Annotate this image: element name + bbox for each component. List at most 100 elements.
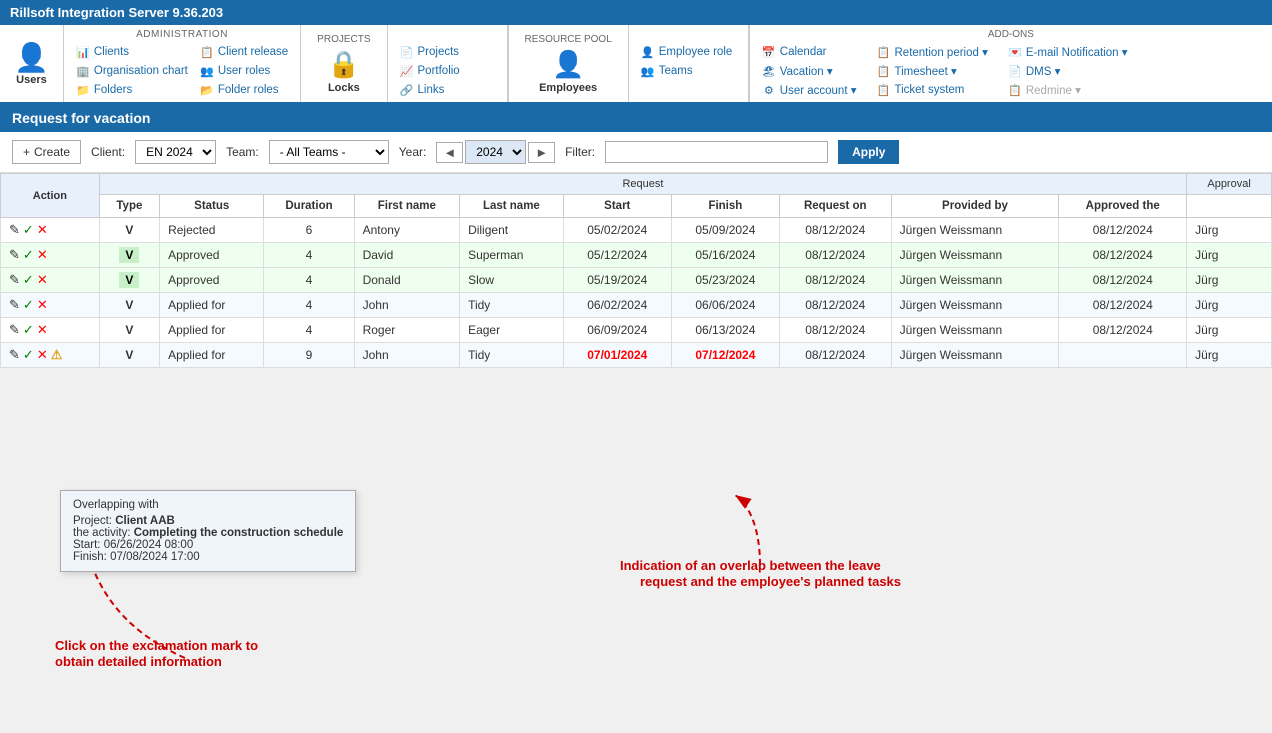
request-on-cell: 08/12/2024	[779, 343, 891, 368]
email-notification-link[interactable]: 💌 E-mail Notification ▾	[1006, 44, 1130, 60]
users-section[interactable]: 👤 Users	[0, 25, 64, 102]
user-roles-link[interactable]: 👥 User roles	[198, 63, 290, 79]
reject-icon[interactable]: ✕	[37, 247, 48, 263]
approve-icon[interactable]: ✓	[23, 297, 34, 313]
table-row: ✎ ✓ ✕ VApplied for4RogerEager06/09/20240…	[1, 318, 1272, 343]
folders-link[interactable]: 📁 Folders	[74, 82, 190, 98]
apply-button[interactable]: Apply	[838, 140, 899, 164]
year-next-button[interactable]: ►	[528, 142, 555, 163]
table-row: ✎ ✓ ✕ VRejected6AntonyDiligent05/02/2024…	[1, 218, 1272, 243]
client-release-icon: 📋	[200, 45, 214, 59]
approve-icon[interactable]: ✓	[23, 272, 34, 288]
client-select[interactable]: EN 2024	[135, 140, 216, 164]
approved-by-cell: Jürg	[1187, 343, 1272, 368]
teams-link[interactable]: 👥 Teams	[639, 63, 738, 79]
filter-label: Filter:	[565, 145, 595, 159]
type-cell: V	[99, 243, 159, 268]
col-type: Type	[99, 195, 159, 218]
user-account-icon: ⚙	[762, 83, 776, 97]
edit-icon[interactable]: ✎	[9, 347, 20, 363]
lastname-cell: Slow	[460, 268, 564, 293]
year-select[interactable]: 2024	[465, 140, 526, 164]
request-on-cell: 08/12/2024	[779, 268, 891, 293]
client-release-link[interactable]: 📋 Client release	[198, 44, 290, 60]
request-group-header: Request	[99, 174, 1186, 195]
admin-col2: 📋 Client release 👥 User roles 📂 Folder r…	[198, 44, 290, 98]
approve-icon[interactable]: ✓	[23, 322, 34, 338]
action-cell: ✎ ✓ ✕	[1, 293, 100, 318]
approve-icon[interactable]: ✓	[23, 347, 34, 363]
projects-title: PROJECTS	[317, 34, 370, 45]
approve-icon[interactable]: ✓	[23, 222, 34, 238]
duration-cell: 4	[264, 243, 354, 268]
finish-cell: 06/13/2024	[671, 318, 779, 343]
addon-col1: 📅 Calendar 🏖 Vacation ▾ ⚙ User account ▾	[760, 44, 859, 98]
redmine-link[interactable]: 📋 Redmine ▾	[1006, 82, 1130, 98]
reject-icon[interactable]: ✕	[37, 272, 48, 288]
org-chart-link[interactable]: 🏢 Organisation chart	[74, 63, 190, 79]
employees-label: Employees	[539, 82, 597, 94]
approved-by-cell: Jürg	[1187, 318, 1272, 343]
edit-icon[interactable]: ✎	[9, 222, 20, 238]
user-account-link[interactable]: ⚙ User account ▾	[760, 82, 859, 98]
firstname-cell: John	[354, 343, 459, 368]
edit-icon[interactable]: ✎	[9, 247, 20, 263]
group-header-row: Action Request Approval	[1, 174, 1272, 195]
ticket-system-link[interactable]: 📋 Ticket system	[875, 82, 990, 98]
status-cell: Approved	[160, 268, 264, 293]
approved-the-cell: 08/12/2024	[1059, 268, 1187, 293]
employee-role-link[interactable]: 👤 Employee role	[639, 44, 738, 60]
action-cell: ✎ ✓ ✕	[1, 268, 100, 293]
employees-section[interactable]: RESOURCE POOL 👤 Employees	[508, 25, 629, 102]
retention-period-link[interactable]: 📋 Retention period ▾	[875, 44, 990, 60]
action-cell: ✎ ✓ ✕ ⚠	[1, 343, 100, 368]
vacation-link[interactable]: 🏖 Vacation ▾	[760, 63, 859, 79]
portfolio-link[interactable]: 📈 Portfolio	[398, 63, 497, 79]
start-cell: 05/02/2024	[563, 218, 671, 243]
calendar-link[interactable]: 📅 Calendar	[760, 44, 859, 60]
users-label: Users	[16, 74, 47, 86]
filter-input[interactable]	[605, 141, 828, 163]
title-bar: Rillsoft Integration Server 9.36.203	[0, 0, 1272, 25]
tooltip-title: Overlapping with	[73, 499, 343, 511]
nav-bar: 👤 Users ADMINISTRATION 📊 Clients 🏢 Organ…	[0, 25, 1272, 104]
folder-roles-link[interactable]: 📂 Folder roles	[198, 82, 290, 98]
edit-icon[interactable]: ✎	[9, 272, 20, 288]
approve-icon[interactable]: ✓	[23, 247, 34, 263]
addon-col3: 💌 E-mail Notification ▾ 📄 DMS ▾ 📋 Redmin…	[1006, 44, 1130, 98]
warning-icon[interactable]: ⚠	[51, 347, 63, 363]
edit-icon[interactable]: ✎	[9, 297, 20, 313]
duration-cell: 4	[264, 318, 354, 343]
folders-icon: 📁	[76, 83, 90, 97]
action-cell: ✎ ✓ ✕	[1, 218, 100, 243]
reject-icon[interactable]: ✕	[37, 297, 48, 313]
edit-icon[interactable]: ✎	[9, 322, 20, 338]
approved-the-cell: 08/12/2024	[1059, 218, 1187, 243]
timesheet-link[interactable]: 📋 Timesheet ▾	[875, 63, 990, 79]
dms-link[interactable]: 📄 DMS ▾	[1006, 63, 1130, 79]
tooltip-activity: the activity: Completing the constructio…	[73, 527, 343, 539]
reject-icon[interactable]: ✕	[37, 347, 48, 363]
create-button[interactable]: + Create	[12, 140, 81, 164]
reject-icon[interactable]: ✕	[37, 222, 48, 238]
addons-items: 📅 Calendar 🏖 Vacation ▾ ⚙ User account ▾…	[760, 44, 1262, 98]
lastname-cell: Tidy	[460, 343, 564, 368]
clients-link[interactable]: 📊 Clients	[74, 44, 190, 60]
approved-by-cell: Jürg	[1187, 268, 1272, 293]
projects-link[interactable]: 📄 Projects	[398, 44, 497, 60]
addons-section: ADD-ONS 📅 Calendar 🏖 Vacation ▾ ⚙ User a…	[749, 25, 1272, 102]
resource-pool-section: 👤 Employee role 👥 Teams	[629, 25, 749, 102]
client-label: Client:	[91, 145, 125, 159]
team-select[interactable]: - All Teams -	[269, 140, 389, 164]
action-group-header: Action	[1, 174, 100, 218]
type-cell: V	[99, 268, 159, 293]
type-badge: V	[119, 247, 139, 263]
provided-by-cell: Jürgen Weissmann	[891, 293, 1059, 318]
resource-pool-title: RESOURCE POOL	[525, 34, 612, 45]
reject-icon[interactable]: ✕	[37, 322, 48, 338]
administration-title: ADMINISTRATION	[74, 29, 290, 40]
links-link[interactable]: 🔗 Links	[398, 82, 497, 98]
locks-section[interactable]: PROJECTS 🔒 Locks	[301, 25, 387, 102]
year-prev-button[interactable]: ◄	[436, 142, 463, 163]
administration-section: ADMINISTRATION 📊 Clients 🏢 Organisation …	[64, 25, 301, 102]
